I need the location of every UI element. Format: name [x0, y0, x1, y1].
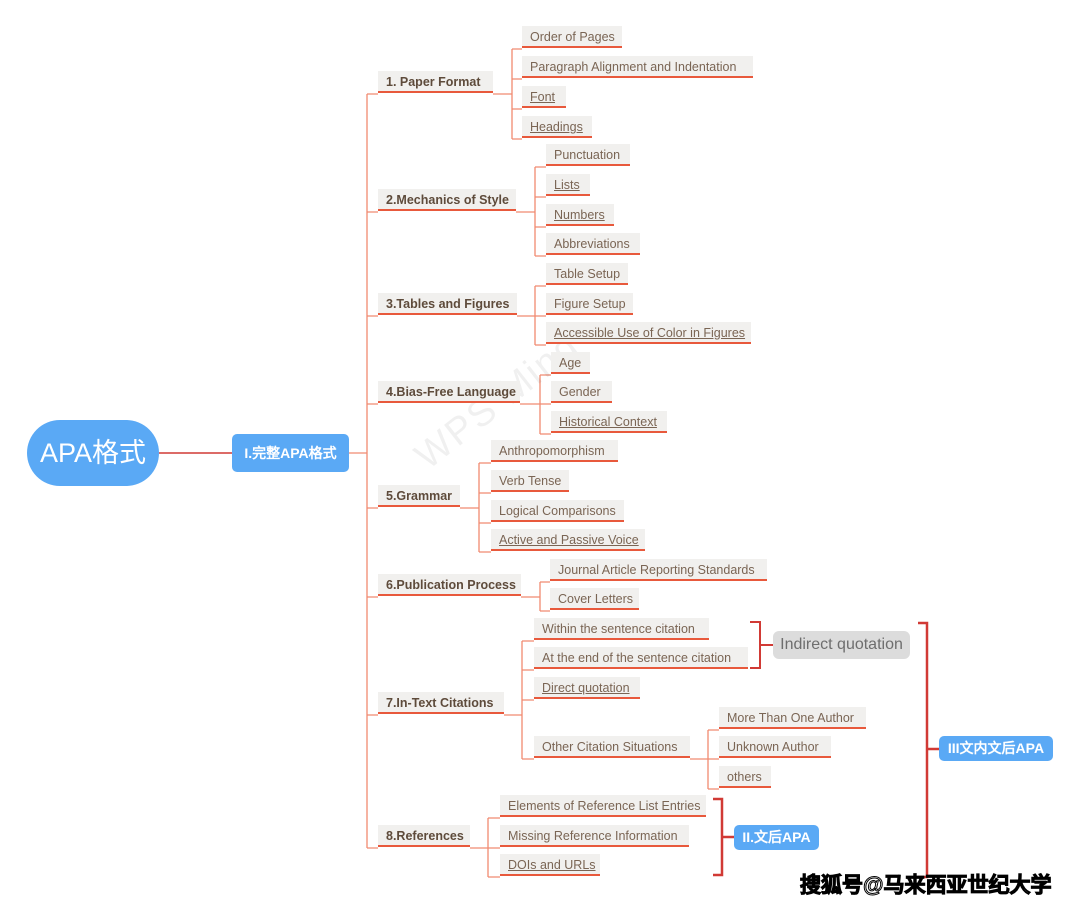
leaf-node-label: Verb Tense [499, 474, 562, 488]
leaf-node[interactable]: Anthropomorphism [491, 440, 618, 462]
leaf-node-label: Headings [530, 120, 583, 134]
leaf-node[interactable]: At the end of the sentence citation [534, 647, 748, 669]
leaf-node-label: Journal Article Reporting Standards [558, 563, 755, 577]
leaf-node[interactable]: More Than One Author [719, 707, 866, 729]
trunk-connector [349, 93, 378, 849]
section-node-label: 4.Bias-Free Language [386, 385, 516, 399]
leaf-node-label: Paragraph Alignment and Indentation [530, 60, 737, 74]
leaf-node-label: Missing Reference Information [508, 829, 678, 843]
section-branch-line [504, 640, 534, 760]
leaf-node[interactable]: Gender [551, 381, 612, 403]
leaf-node-label: DOIs and URLs [508, 858, 596, 872]
section-branch-line [460, 462, 491, 553]
leaf-node-label: Accessible Use of Color in Figures [554, 326, 746, 340]
leaf-node-label: Figure Setup [554, 297, 626, 311]
summary-in-text-and-references[interactable]: III文内文后APA [939, 736, 1053, 761]
credit-watermark: 搜狐号@马来西亚世纪大学 [799, 874, 1052, 898]
leaf-node-label: Active and Passive Voice [499, 533, 639, 547]
leaf-node-label: Logical Comparisons [499, 504, 616, 518]
bracket-references [713, 797, 734, 877]
leaf-node-label: More Than One Author [727, 711, 854, 725]
section-node[interactable]: 4.Bias-Free Language [378, 381, 520, 403]
leaf-node[interactable]: Font [522, 86, 566, 108]
leaf-node[interactable]: Active and Passive Voice [491, 529, 645, 551]
sub-branch-line [690, 729, 719, 790]
leaf-node-label: Other Citation Situations [542, 740, 678, 754]
section-node[interactable]: 6.Publication Process [378, 574, 521, 596]
leaf-node-label: Cover Letters [558, 592, 634, 606]
leaf-node-label: Order of Pages [530, 30, 615, 44]
section-branch-line [521, 581, 550, 612]
leaf-node-label: Elements of Reference List Entries [508, 799, 701, 813]
leaf-node[interactable]: Order of Pages [522, 26, 622, 48]
section-branch-line [493, 48, 522, 140]
leaf-node[interactable]: Elements of Reference List Entries [500, 795, 706, 817]
section-node[interactable]: 8.References [378, 825, 470, 847]
leaf-node[interactable]: DOIs and URLs [500, 854, 600, 876]
section-node-label: 5.Grammar [386, 489, 453, 503]
leaf-node[interactable]: Historical Context [551, 411, 667, 433]
section-branch-line [517, 285, 546, 346]
leaf-node-label: others [727, 770, 762, 784]
leaf-node-label: Anthropomorphism [499, 444, 605, 458]
leaf-node-label: Abbreviations [554, 237, 630, 251]
leaf-node-label: Direct quotation [542, 681, 630, 695]
leaf-node[interactable]: Direct quotation [534, 677, 640, 699]
leaf-node[interactable]: Age [551, 352, 590, 374]
leaf-node-label: At the end of the sentence citation [542, 651, 732, 665]
leaf-node[interactable]: Within the sentence citation [534, 618, 709, 640]
leaf-node-label: Unknown Author [727, 740, 819, 754]
leaf-node[interactable]: others [719, 766, 771, 788]
leaf-node[interactable]: Lists [546, 174, 590, 196]
section-node-label: 8.References [386, 829, 464, 843]
leaf-node-label: Lists [554, 178, 580, 192]
section-node-label: 6.Publication Process [386, 578, 516, 592]
leaf-node[interactable]: Abbreviations [546, 233, 640, 255]
section-node-label: 2.Mechanics of Style [386, 193, 509, 207]
bracket-indirect-quotation [750, 621, 773, 669]
leaf-node[interactable]: Headings [522, 116, 592, 138]
leaf-node[interactable]: Accessible Use of Color in Figures [546, 322, 751, 344]
leaf-node[interactable]: Paragraph Alignment and Indentation [522, 56, 753, 78]
leaf-node[interactable]: Table Setup [546, 263, 628, 285]
section-branch-line [516, 166, 546, 257]
leaf-node-label: Historical Context [559, 415, 657, 429]
summary-references[interactable]: II.文后APA [734, 825, 819, 850]
section-node[interactable]: 3.Tables and Figures [378, 293, 517, 315]
leaf-node[interactable]: Missing Reference Information [500, 825, 689, 847]
summary-indirect-quotation[interactable]: Indirect quotation [773, 631, 910, 659]
leaf-node-label: Gender [559, 385, 601, 399]
section-node-label: 7.In-Text Citations [386, 696, 494, 710]
section-node[interactable]: 1. Paper Format [378, 71, 493, 93]
leaf-node-label: Numbers [554, 208, 605, 222]
leaf-node[interactable]: Punctuation [546, 144, 630, 166]
leaf-node[interactable]: Unknown Author [719, 736, 831, 758]
section-node[interactable]: 5.Grammar [378, 485, 460, 507]
leaf-node-label: Font [530, 90, 556, 104]
leaf-node[interactable]: Logical Comparisons [491, 500, 624, 522]
leaf-node[interactable]: Figure Setup [546, 293, 633, 315]
section-node-label: 3.Tables and Figures [386, 297, 510, 311]
leaf-node[interactable]: Cover Letters [550, 588, 639, 610]
leaf-node-label: Punctuation [554, 148, 621, 162]
leaf-node-label: Table Setup [554, 267, 621, 281]
leaf-node[interactable]: Other Citation Situations [534, 736, 690, 758]
section-node-label: 1. Paper Format [386, 75, 481, 89]
section-node[interactable]: 7.In-Text Citations [378, 692, 504, 714]
main-topic-node[interactable]: I.完整APA格式 [232, 434, 349, 472]
leaf-node[interactable]: Numbers [546, 204, 614, 226]
leaf-node-label: Age [559, 356, 582, 370]
leaf-node-label: Within the sentence citation [542, 622, 695, 636]
bracket-in-text-and-references [918, 621, 939, 879]
section-node[interactable]: 2.Mechanics of Style [378, 189, 516, 211]
section-branch-line [470, 817, 500, 878]
root-node[interactable]: APA格式 [27, 420, 159, 486]
leaf-node[interactable]: Journal Article Reporting Standards [550, 559, 767, 581]
leaf-node[interactable]: Verb Tense [491, 470, 569, 492]
